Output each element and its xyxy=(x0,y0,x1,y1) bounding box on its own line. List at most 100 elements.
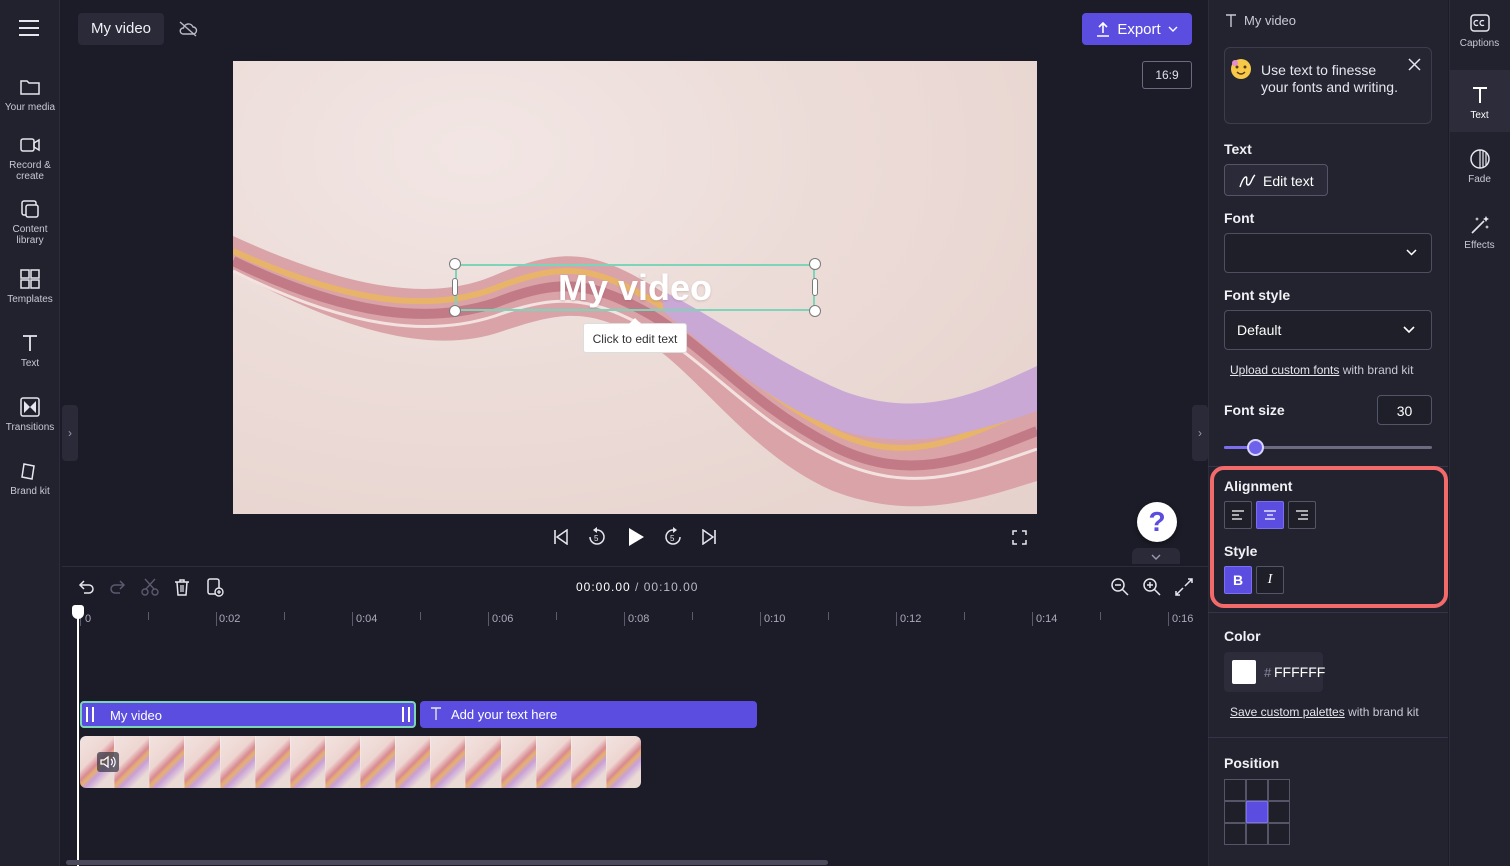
ruler-tick xyxy=(692,612,693,620)
rail-captions[interactable]: Captions xyxy=(1449,0,1510,64)
position-bottom-center[interactable] xyxy=(1246,823,1268,845)
position-top-left[interactable] xyxy=(1224,779,1246,801)
text-clip-label: Add your text here xyxy=(451,707,558,722)
ruler-tick xyxy=(148,612,149,620)
close-icon[interactable] xyxy=(1408,58,1421,71)
video-frame xyxy=(396,736,432,788)
ruler-tick xyxy=(1100,612,1101,620)
video-frame xyxy=(466,736,502,788)
nav-templates[interactable]: Templates xyxy=(0,268,60,305)
position-label: Position xyxy=(1224,755,1280,771)
timeline-scrollbar[interactable] xyxy=(66,860,828,865)
nav-content-library[interactable]: Content library xyxy=(0,198,60,246)
zoom-in-icon[interactable] xyxy=(1142,577,1162,597)
right-panel-collapse-tab[interactable]: › xyxy=(1192,405,1208,461)
help-button[interactable]: ? xyxy=(1137,502,1177,542)
resize-handle-left[interactable] xyxy=(452,278,458,296)
video-frame xyxy=(431,736,467,788)
text-clip-my-video[interactable]: My video xyxy=(80,701,416,728)
ruler-tick xyxy=(488,612,489,626)
position-center[interactable] xyxy=(1246,801,1268,823)
ruler-label: 0:02 xyxy=(219,613,241,625)
text-icon xyxy=(1469,84,1491,106)
total-time: 00:10.00 xyxy=(643,580,699,594)
video-frame xyxy=(571,736,607,788)
collapse-preview-icon[interactable] xyxy=(1132,548,1180,564)
rail-text[interactable]: Text xyxy=(1449,70,1510,132)
clip-trim-handle-right[interactable] xyxy=(402,707,410,722)
skip-to-end-icon[interactable] xyxy=(700,529,718,545)
skip-to-start-icon[interactable] xyxy=(552,529,570,545)
upload-fonts-link[interactable]: Upload custom fonts xyxy=(1230,363,1339,377)
position-bottom-right[interactable] xyxy=(1268,823,1290,845)
rail-label: Effects xyxy=(1464,240,1495,251)
split-icon[interactable] xyxy=(140,577,160,597)
rail-effects[interactable]: Effects xyxy=(1449,204,1510,264)
play-icon[interactable] xyxy=(626,526,646,548)
save-palettes-link[interactable]: Save custom palettes xyxy=(1230,705,1345,719)
position-top-right[interactable] xyxy=(1268,779,1290,801)
resize-handle-bottom-right[interactable] xyxy=(809,305,821,317)
text-selection-box[interactable] xyxy=(455,264,815,311)
menu-icon[interactable] xyxy=(19,19,41,37)
ruler-tick xyxy=(1168,612,1169,626)
highlight-outline xyxy=(1210,466,1448,608)
text-clip-add-text[interactable]: Add your text here xyxy=(420,701,757,728)
fullscreen-icon[interactable] xyxy=(1012,530,1027,545)
edit-text-button[interactable]: Edit text xyxy=(1224,164,1328,196)
playhead[interactable] xyxy=(77,612,79,866)
ruler-tick xyxy=(624,612,625,626)
redo-icon[interactable] xyxy=(108,577,128,597)
delete-icon[interactable] xyxy=(172,577,192,597)
section-divider xyxy=(1208,737,1448,738)
position-middle-left[interactable] xyxy=(1224,801,1246,823)
ruler-tick xyxy=(556,612,557,620)
nav-transitions[interactable]: Transitions xyxy=(0,396,60,433)
color-picker[interactable]: # FFFFFF xyxy=(1224,652,1325,692)
undo-icon[interactable] xyxy=(76,577,96,597)
font-size-slider-thumb[interactable] xyxy=(1247,439,1264,456)
resize-handle-right[interactable] xyxy=(812,278,818,296)
edit-text-tooltip: Click to edit text xyxy=(583,318,687,353)
position-top-center[interactable] xyxy=(1246,779,1268,801)
resize-handle-top-left[interactable] xyxy=(449,258,461,270)
left-panel-expand-tab[interactable]: › xyxy=(62,405,78,461)
video-frame xyxy=(290,736,326,788)
font-size-input[interactable]: 30 xyxy=(1377,395,1432,425)
position-bottom-left[interactable] xyxy=(1224,823,1246,845)
resize-handle-bottom-left[interactable] xyxy=(449,305,461,317)
camera-icon xyxy=(19,134,41,156)
forward-5s-icon[interactable]: 5 xyxy=(663,527,683,547)
nav-your-media[interactable]: Your media xyxy=(0,76,60,113)
video-clip[interactable] xyxy=(80,736,641,788)
volume-icon[interactable] xyxy=(97,752,119,772)
section-divider xyxy=(1208,612,1448,613)
ruler-tick xyxy=(828,612,829,620)
fit-timeline-icon[interactable] xyxy=(1174,577,1194,597)
resize-handle-top-right[interactable] xyxy=(809,258,821,270)
project-title[interactable]: My video xyxy=(78,13,165,45)
nav-record-create[interactable]: Record & create xyxy=(0,134,60,182)
zoom-out-icon[interactable] xyxy=(1110,577,1130,597)
font-dropdown[interactable] xyxy=(1224,233,1432,273)
position-middle-right[interactable] xyxy=(1268,801,1290,823)
aspect-ratio-button[interactable]: 16:9 xyxy=(1142,61,1192,89)
add-to-timeline-icon[interactable] xyxy=(205,577,225,597)
text-section-label: Text xyxy=(1224,141,1252,157)
rail-fade[interactable]: Fade xyxy=(1449,138,1510,198)
video-frame xyxy=(115,736,151,788)
nav-brand-kit[interactable]: Brand kit xyxy=(0,460,60,497)
time-display: 00:00.00 / 00:10.00 xyxy=(576,580,698,594)
ruler-tick xyxy=(216,612,217,626)
color-label: Color xyxy=(1224,628,1261,644)
font-style-dropdown[interactable]: Default xyxy=(1224,310,1432,350)
rewind-5s-icon[interactable]: 5 xyxy=(587,527,607,547)
export-button[interactable]: Export xyxy=(1082,13,1192,45)
nav-text[interactable]: Text xyxy=(0,332,60,369)
text-icon xyxy=(430,707,442,721)
ruler-label: 0:04 xyxy=(356,613,378,625)
ruler-label: 0 xyxy=(85,613,92,625)
rail-label: Captions xyxy=(1459,38,1500,49)
clip-trim-handle-left[interactable] xyxy=(86,707,94,722)
playhead-handle[interactable] xyxy=(72,605,84,619)
